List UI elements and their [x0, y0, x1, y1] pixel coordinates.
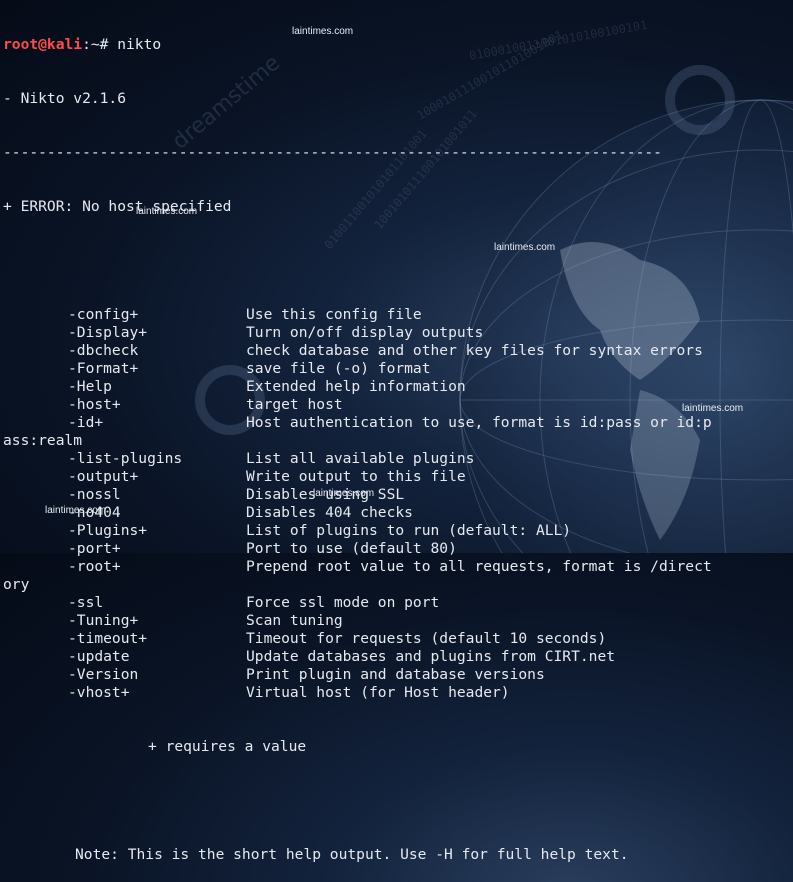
option-flag: -dbcheck	[68, 342, 139, 359]
option-row: -no404 Disables 404 checks	[3, 504, 789, 522]
option-description: save file (-o) format	[246, 360, 431, 377]
option-description: List of plugins to run (default: ALL)	[246, 522, 572, 539]
prompt-path: :~#	[82, 36, 109, 53]
option-row: -nossl Disables using SSL	[3, 486, 789, 504]
help-note-text: Note: This is the short help output. Use…	[75, 846, 629, 863]
option-flag: -id+	[68, 414, 104, 431]
option-description: Force ssl mode on port	[246, 594, 440, 611]
watermark-text: laintimes.com	[292, 26, 354, 37]
terminal-output: root@kali:~# nikto - Nikto v2.1.6 ------…	[3, 0, 789, 882]
option-row: -timeout+ Timeout for requests (default 1…	[3, 630, 789, 648]
command-text: nikto	[117, 36, 162, 53]
option-description: Extended help information	[246, 378, 466, 395]
option-row: -config+ Use this config file	[3, 306, 789, 324]
option-row: -vhost+ Virtual host (for Host header)	[3, 684, 789, 702]
option-row: -dbcheck check database and other key fil…	[3, 342, 789, 360]
option-flag: -Plugins+	[68, 522, 148, 539]
option-description-wrap: ory	[3, 576, 30, 593]
command-prompt-line: root@kali:~# nikto	[3, 36, 789, 54]
option-flag: -Help	[68, 378, 112, 395]
option-row: -Plugins+ List of plugins to run (default…	[3, 522, 789, 540]
help-note: Note: This is the short help output. Use…	[3, 846, 789, 864]
option-description: target host	[246, 396, 343, 413]
option-description: Turn on/off display outputs	[246, 324, 484, 341]
watermark-text: laintimes.com	[45, 505, 107, 516]
option-description: Print plugin and database versions	[246, 666, 545, 683]
option-flag: -list-plugins	[68, 450, 183, 467]
option-description: Disables 404 checks	[246, 504, 413, 521]
option-description: Update databases and plugins from CIRT.n…	[246, 648, 616, 665]
option-row: -Format+ save file (-o) format	[3, 360, 789, 378]
option-description: Write output to this file	[246, 468, 466, 485]
option-row: -id+ Host authentication to use, format i…	[3, 414, 789, 432]
watermark-text: laintimes.com	[136, 206, 198, 217]
option-description: Scan tuning	[246, 612, 343, 629]
option-description: Virtual host (for Host header)	[246, 684, 510, 701]
option-flag: -Version	[68, 666, 139, 683]
option-flag: -vhost+	[68, 684, 130, 701]
option-flag: -nossl	[68, 486, 121, 503]
option-description: check database and other key files for s…	[246, 342, 703, 359]
option-row: -host+ target host	[3, 396, 789, 414]
requires-note: + requires a value	[3, 738, 789, 756]
option-description-wrap: ass:realm	[3, 432, 83, 449]
options-list: -config+ Use this config file -Display+ Tur…	[3, 306, 789, 702]
option-flag: -root+	[68, 558, 121, 575]
version-line: - Nikto v2.1.6	[3, 90, 127, 107]
option-flag: -config+	[68, 306, 139, 323]
watermark-text: laintimes.com	[313, 488, 375, 499]
option-row: -ssl Force ssl mode on port	[3, 594, 789, 612]
option-row: -update Update databases and plugins from…	[3, 648, 789, 666]
option-description: Port to use (default 80)	[246, 540, 457, 557]
option-flag: -timeout+	[68, 630, 148, 647]
option-flag: -ssl	[68, 594, 104, 611]
option-description: List all available plugins	[246, 450, 475, 467]
option-row: -Display+ Turn on/off display outputs	[3, 324, 789, 342]
option-flag: -Tuning+	[68, 612, 139, 629]
option-description: Use this config file	[246, 306, 422, 323]
option-flag: -update	[68, 648, 130, 665]
option-row: -port+ Port to use (default 80)	[3, 540, 789, 558]
option-flag: -Display+	[68, 324, 148, 341]
error-line: + ERROR: No host specified	[3, 198, 232, 215]
option-row: -Tuning+ Scan tuning	[3, 612, 789, 630]
option-row: -Version Print plugin and database versio…	[3, 666, 789, 684]
option-row: -output+ Write output to this file	[3, 468, 789, 486]
separator-line: ----------------------------------------…	[3, 144, 662, 161]
option-row: -root+ Prepend root value to all requests…	[3, 558, 789, 576]
watermark-text: laintimes.com	[682, 403, 744, 414]
option-row: -list-plugins List all available plugins	[3, 450, 789, 468]
option-description: Host authentication to use, format is id…	[246, 414, 712, 431]
option-row: -Help Extended help information	[3, 378, 789, 396]
watermark-text: laintimes.com	[494, 242, 556, 253]
option-flag: -host+	[68, 396, 121, 413]
prompt-user-host: root@kali	[3, 36, 83, 53]
requires-note-text: + requires a value	[148, 738, 307, 755]
option-flag: -Format+	[68, 360, 139, 377]
option-description: Prepend root value to all requests, form…	[246, 558, 712, 575]
option-description: Timeout for requests (default 10 seconds…	[246, 630, 607, 647]
option-flag: -output+	[68, 468, 139, 485]
option-flag: -port+	[68, 540, 121, 557]
